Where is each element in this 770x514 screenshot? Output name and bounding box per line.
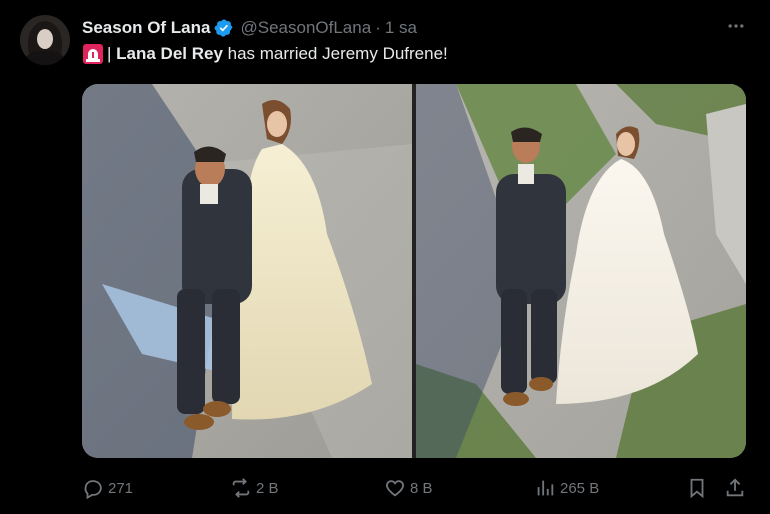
reply-button[interactable]: 271: [82, 474, 133, 502]
tweet-text-name: Lana Del Rey: [116, 44, 223, 63]
avatar-face: [37, 29, 53, 49]
repost-count: 2 B: [256, 479, 279, 497]
bookmark-button[interactable]: [686, 474, 708, 502]
like-button[interactable]: 8 B: [384, 474, 433, 502]
action-bar: 271 2 B 8 B 265 B: [82, 474, 746, 502]
display-name[interactable]: Season Of Lana: [82, 18, 210, 38]
heart-icon: [386, 480, 404, 497]
photo-right[interactable]: [416, 84, 746, 458]
timestamp[interactable]: 1 sa: [385, 18, 417, 38]
tweet-text-rest: has married Jeremy Dufrene!: [222, 44, 448, 63]
avatar[interactable]: [20, 15, 70, 65]
separator-dot: ·: [375, 18, 381, 37]
tweet-text: | Lana Del Rey has married Jeremy Dufren…: [82, 43, 448, 65]
share-button[interactable]: [724, 474, 746, 502]
more-options-icon[interactable]: [724, 14, 748, 38]
verified-badge-icon[interactable]: [214, 18, 234, 38]
bookmark-icon: [690, 478, 704, 499]
views-count: 265 B: [560, 479, 600, 497]
repost-icon: [232, 478, 250, 498]
siren-icon: [82, 43, 104, 65]
share-icon: [726, 478, 744, 497]
photo-left[interactable]: [82, 84, 412, 458]
media-gallery: [82, 84, 746, 458]
avatar-body: [26, 51, 64, 65]
views-button[interactable]: 265 B: [534, 474, 599, 502]
views-icon: [537, 480, 554, 496]
reply-icon: [84, 480, 102, 499]
reply-count: 271: [108, 479, 134, 497]
tweet-header: Season Of Lana @SeasonOfLana · 1 sa: [82, 15, 417, 41]
user-handle[interactable]: @SeasonOfLana: [240, 18, 371, 38]
like-count: 8 B: [410, 479, 433, 497]
repost-button[interactable]: 2 B: [230, 474, 279, 502]
tweet-text-prefix: |: [107, 44, 117, 63]
